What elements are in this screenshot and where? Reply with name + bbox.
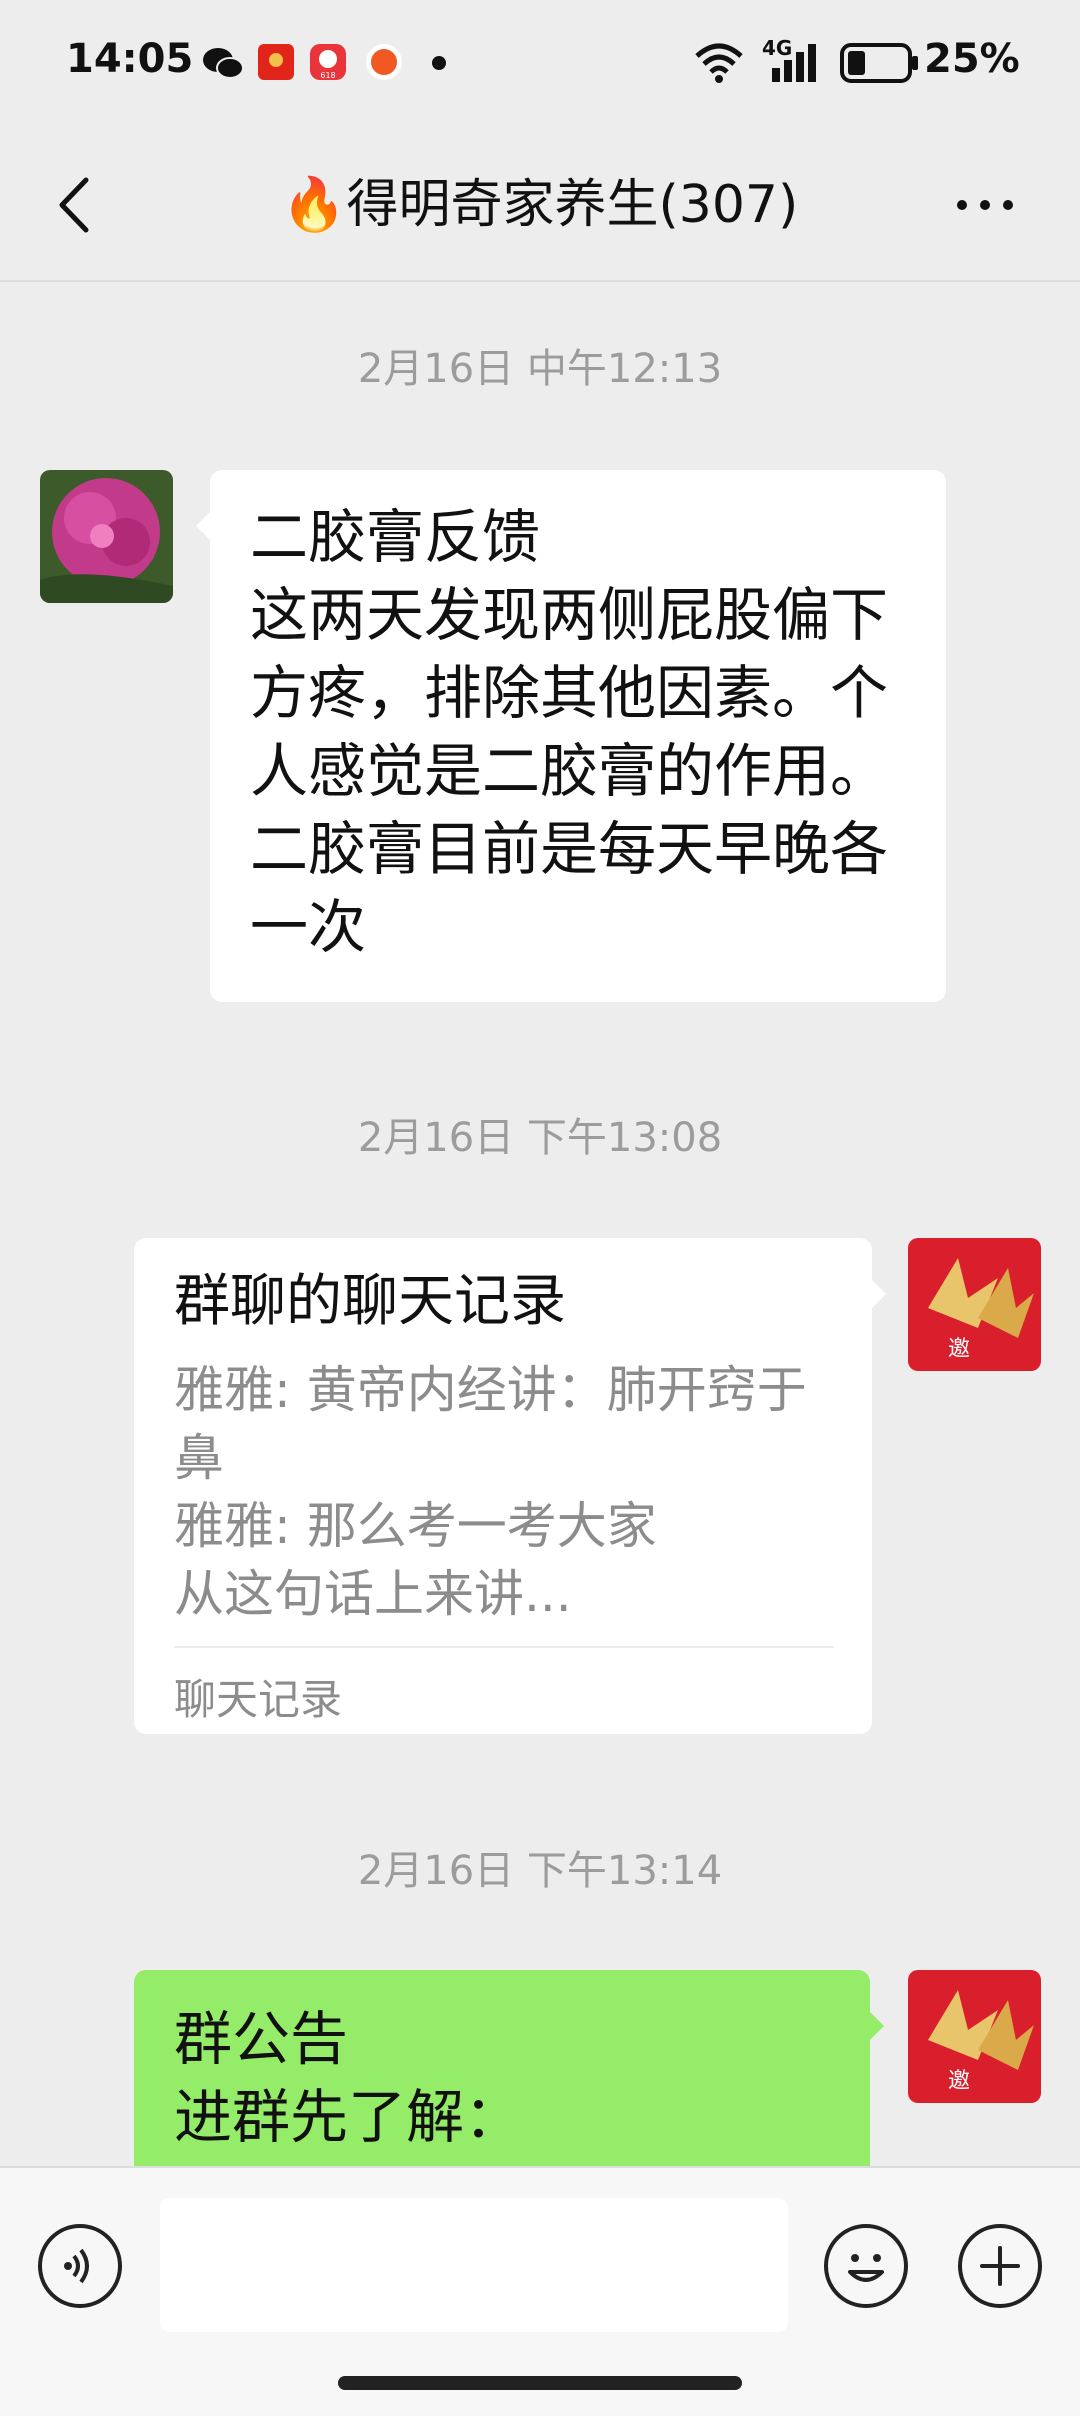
wechat-icon bbox=[203, 48, 244, 79]
plus-icon[interactable] bbox=[958, 2224, 1042, 2308]
status-time: 14:05 bbox=[66, 36, 194, 82]
battery-icon bbox=[840, 43, 918, 83]
divider bbox=[174, 1646, 834, 1648]
voice-icon[interactable] bbox=[38, 2224, 122, 2308]
more-options-icon[interactable] bbox=[950, 170, 1020, 240]
text-message-bubble[interactable]: 二胶膏反馈 这两天发现两侧屁股偏下 方疼，排除其他因素。个 人感觉是二胶膏的作用… bbox=[196, 470, 946, 1002]
chat-record-title: 群聊的聊天记录 bbox=[174, 1269, 566, 1334]
chat-title: 🔥得明奇家养生(307) bbox=[281, 175, 799, 235]
sender-avatar[interactable] bbox=[40, 470, 173, 603]
nav-bar: 🔥得明奇家养生(307) bbox=[0, 130, 1080, 282]
chat-record-label: 聊天记录 bbox=[174, 1675, 343, 1724]
wifi-icon bbox=[695, 43, 743, 83]
svg-text:618: 618 bbox=[320, 71, 335, 80]
message-text: 二胶膏反馈 这两天发现两侧屁股偏下 方疼，排除其他因素。个 人感觉是二胶膏的作用… bbox=[250, 503, 889, 961]
status-bar: 14:05 618 4G 25% bbox=[0, 0, 1080, 130]
orange-app-icon bbox=[366, 44, 402, 80]
back-icon[interactable] bbox=[40, 170, 110, 240]
input-bar bbox=[0, 2166, 1080, 2416]
618-app-icon: 618 bbox=[310, 44, 346, 80]
message-timestamp: 2月16日 下午13:08 bbox=[357, 1115, 723, 1161]
dot-icon bbox=[432, 56, 446, 70]
red-app-icon bbox=[258, 44, 294, 80]
svg-text:邀: 邀 bbox=[948, 1337, 970, 1362]
self-avatar[interactable]: 邀 bbox=[908, 1238, 1041, 1371]
announcement-text: 群公告 进群先了解： bbox=[174, 2005, 523, 2151]
signal-icon bbox=[772, 44, 816, 82]
message-input[interactable] bbox=[160, 2198, 788, 2332]
message-timestamp: 2月16日 下午13:14 bbox=[357, 1848, 723, 1894]
home-indicator bbox=[338, 2376, 742, 2390]
message-timestamp: 2月16日 中午12:13 bbox=[357, 346, 723, 392]
self-avatar[interactable]: 邀 bbox=[908, 1970, 1041, 2103]
battery-percent: 25% bbox=[924, 36, 1020, 82]
chat-record-preview: 雅雅: 黄帝内经讲：肺开窍于 鼻 雅雅: 那么考一考大家 从这句话上来讲... bbox=[174, 1361, 807, 1623]
emoji-icon[interactable] bbox=[824, 2224, 908, 2308]
chat-record-card[interactable]: 群聊的聊天记录 雅雅: 黄帝内经讲：肺开窍于 鼻 雅雅: 那么考一考大家 从这句… bbox=[134, 1238, 886, 1734]
svg-text:邀: 邀 bbox=[948, 2069, 970, 2094]
